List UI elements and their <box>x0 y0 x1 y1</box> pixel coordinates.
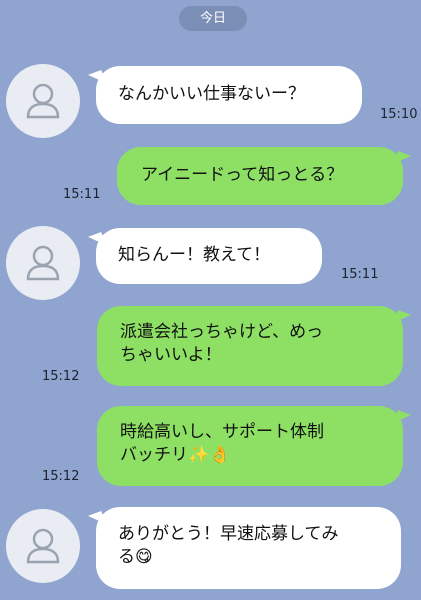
incoming-message-bubble[interactable]: 知らんー！教えて！ <box>96 228 322 284</box>
yum-face-emoji: 😋 <box>135 547 153 567</box>
message-time: 15:12 <box>42 369 80 384</box>
message-text-line: バッチリ <box>120 445 188 465</box>
message-text-line: ありがとう！早速応募してみ <box>118 524 339 544</box>
incoming-message-bubble[interactable]: なんかいい仕事ないー？ <box>96 66 362 124</box>
message-text: 知らんー！教えて！ <box>118 245 271 265</box>
person-silhouette-icon <box>26 245 60 281</box>
message-time: 15:11 <box>341 267 379 282</box>
message-text-line: る <box>118 547 135 567</box>
date-separator: 今日 <box>179 6 247 31</box>
avatar[interactable] <box>6 64 80 138</box>
message-text-line: ちゃいいよ！ <box>120 345 222 365</box>
message-time: 15:11 <box>63 187 101 202</box>
message-text-line: 時給高いし、サポート体制 <box>120 422 324 442</box>
outgoing-message-bubble[interactable]: 派遣会社っちゃけど、めっ ちゃいいよ！ <box>97 306 403 386</box>
outgoing-message-bubble[interactable]: アイニードって知っとる？ <box>117 147 403 205</box>
avatar[interactable] <box>6 509 80 583</box>
message-text: なんかいい仕事ないー？ <box>118 84 305 104</box>
message-time: 15:12 <box>42 469 80 484</box>
person-silhouette-icon <box>26 83 60 119</box>
outgoing-message-bubble[interactable]: 時給高いし、サポート体制 バッチリ✨👌 <box>97 406 403 486</box>
avatar[interactable] <box>6 226 80 300</box>
message-text-line: 派遣会社っちゃけど、めっ <box>120 322 324 342</box>
message-text: アイニードって知っとる？ <box>141 165 344 185</box>
message-time: 15:10 <box>380 107 418 122</box>
incoming-message-bubble[interactable]: ありがとう！早速応募してみ る😋 <box>96 507 401 589</box>
person-silhouette-icon <box>26 528 60 564</box>
sparkles-ok-emoji: ✨👌 <box>188 445 231 465</box>
